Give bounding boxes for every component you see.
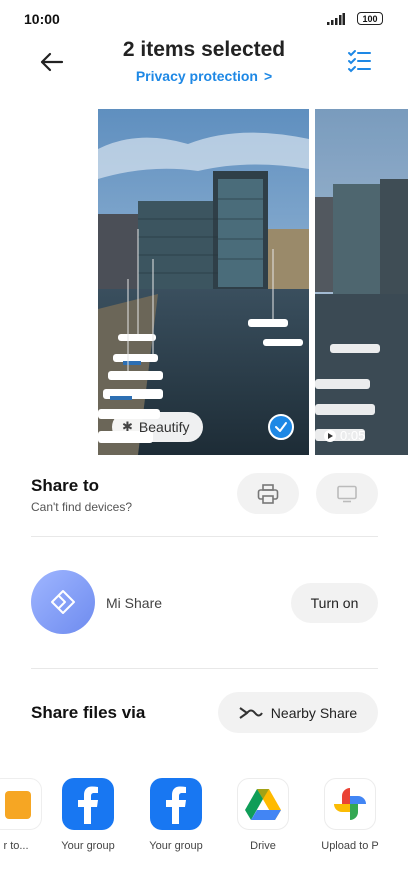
play-icon bbox=[324, 429, 336, 442]
google-drive-icon bbox=[237, 778, 289, 830]
monitor-icon bbox=[337, 485, 357, 502]
selected-photo-1[interactable] bbox=[98, 109, 309, 455]
facebook-icon bbox=[150, 778, 202, 830]
divider bbox=[31, 536, 378, 537]
magic-wand-icon: ✱ bbox=[122, 419, 133, 434]
partial-yellow-icon bbox=[0, 778, 42, 830]
mi-share-label: Mi Share bbox=[106, 595, 163, 611]
facebook-icon bbox=[62, 778, 114, 830]
app-label: Drive bbox=[250, 840, 276, 852]
share-files-via-heading: Share files via bbox=[31, 703, 146, 722]
divider bbox=[31, 668, 378, 669]
printer-icon bbox=[257, 483, 279, 504]
cast-screen-button[interactable] bbox=[316, 473, 378, 514]
share-app-facebook-group-2[interactable]: Your group bbox=[136, 778, 216, 858]
mi-share-icon bbox=[51, 590, 75, 614]
privacy-link-label: Privacy protection bbox=[135, 68, 258, 84]
nearby-share-label: Nearby Share bbox=[270, 704, 358, 721]
nearby-share-icon bbox=[239, 706, 263, 719]
share-to-heading: Share to bbox=[31, 476, 100, 495]
google-photos-icon bbox=[324, 778, 376, 830]
share-app-facebook-group-1[interactable]: Your group bbox=[48, 778, 128, 858]
selected-video-2[interactable] bbox=[315, 109, 408, 455]
turn-on-button[interactable]: Turn on bbox=[291, 583, 378, 623]
chevron-right-icon: > bbox=[263, 68, 273, 84]
harbor-photo-image bbox=[98, 109, 309, 455]
battery-icon: 100 bbox=[357, 12, 383, 25]
status-time: 10:00 bbox=[24, 11, 60, 27]
signal-icon bbox=[327, 13, 345, 25]
selected-checkmark[interactable] bbox=[268, 414, 294, 440]
nearby-share-button[interactable]: Nearby Share bbox=[218, 692, 378, 733]
app-label: Upload to P bbox=[321, 840, 379, 852]
checklist-icon bbox=[348, 50, 371, 73]
beautify-button[interactable]: ✱ Beautify bbox=[112, 412, 203, 442]
select-all-button[interactable] bbox=[346, 48, 372, 74]
video-duration: 0:05 bbox=[324, 428, 365, 443]
harbor-video-thumbnail bbox=[315, 109, 408, 455]
print-button[interactable] bbox=[237, 473, 299, 514]
cant-find-devices-link[interactable]: Can't find devices? bbox=[31, 500, 132, 514]
check-icon bbox=[275, 422, 287, 432]
share-app-drive[interactable]: Drive bbox=[223, 778, 303, 858]
app-label: Your group bbox=[149, 840, 203, 852]
mi-share-icon-circle bbox=[31, 570, 95, 634]
share-app-google-photos[interactable]: Upload to P bbox=[310, 778, 390, 858]
video-duration-label: 0:05 bbox=[340, 428, 366, 443]
beautify-label: Beautify bbox=[138, 419, 190, 435]
app-label: Your group bbox=[61, 840, 115, 852]
